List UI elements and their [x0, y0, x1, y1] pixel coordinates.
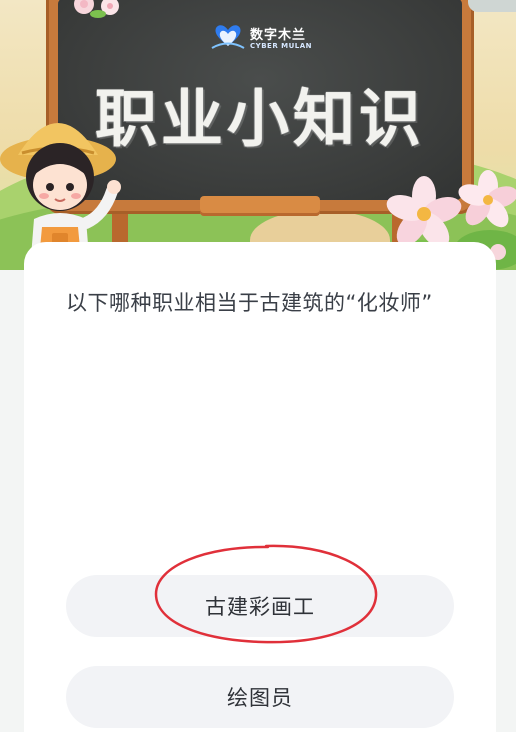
header-banner: 数字木兰 CYBER MULAN 职业小知识 — [0, 0, 516, 270]
cyber-mulan-logo-icon — [211, 25, 245, 49]
answer-option-label: 古建彩画工 — [205, 595, 315, 619]
logo-text-cn: 数字木兰 — [250, 28, 307, 43]
answer-option-label: 绘图员 — [227, 686, 293, 710]
logo-text-en: CYBER MULAN — [250, 42, 313, 50]
status-decoration — [468, 0, 516, 12]
chalk-tray — [200, 196, 320, 216]
brand-logo: 数字木兰 CYBER MULAN — [208, 20, 318, 56]
flower-decoration — [74, 0, 119, 18]
answer-option-1[interactable]: 古建彩画工 — [66, 575, 454, 637]
answer-option-2[interactable]: 绘图员 — [66, 666, 454, 728]
question-text: 以下哪种职业相当于古建筑的“化妆师” — [66, 291, 433, 315]
